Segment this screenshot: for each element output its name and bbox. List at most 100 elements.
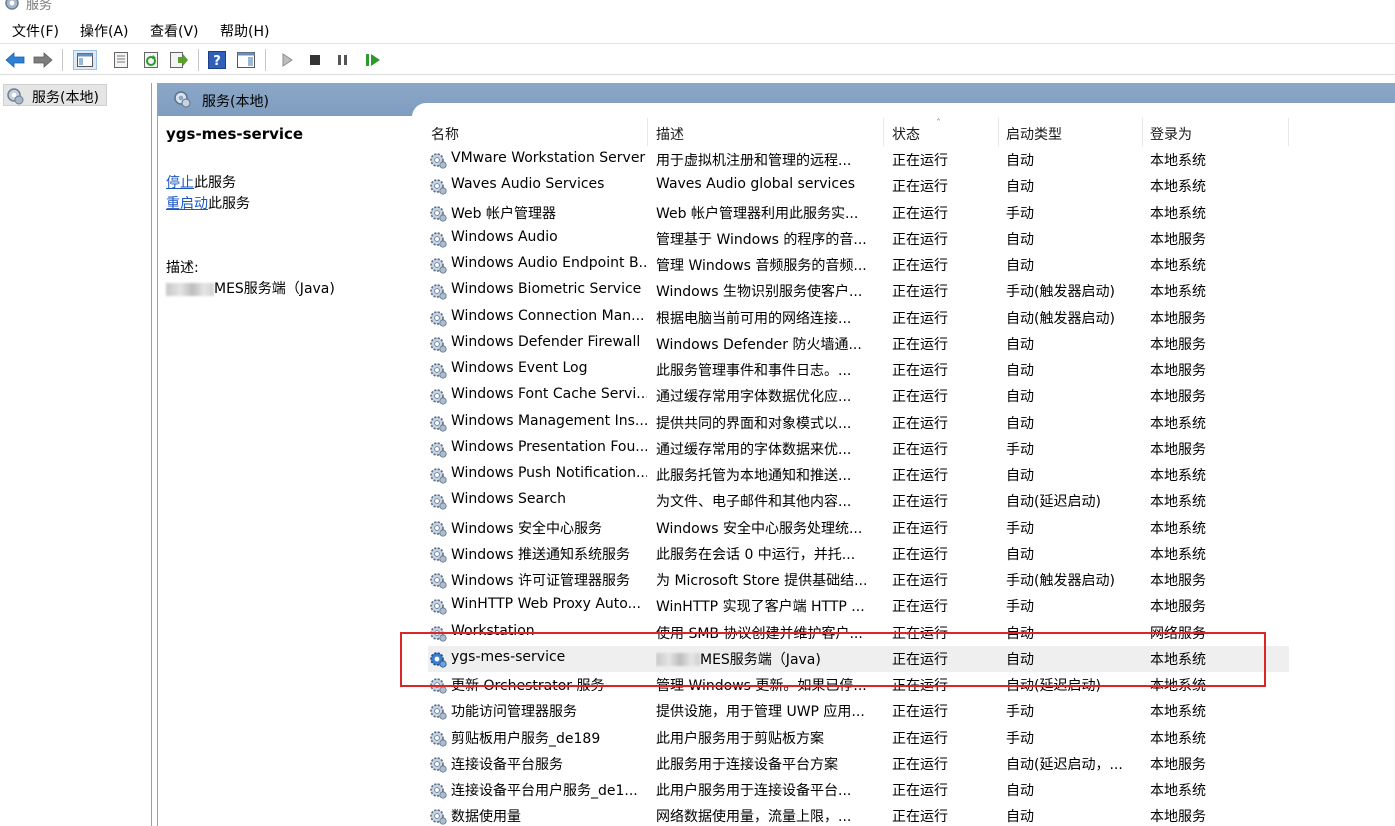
refresh-icon[interactable] xyxy=(141,50,161,70)
table-row[interactable]: 更新 Orchestrator 服务 管理 Windows 更新。如果已停... 正… xyxy=(428,672,1289,698)
service-status-cell: 正在运行 xyxy=(892,599,948,616)
service-name-cell: Windows Defender Firewall xyxy=(451,333,641,350)
table-row[interactable]: Windows Defender Firewall Windows Defende… xyxy=(428,331,1289,357)
service-name-cell: Windows Push Notification... xyxy=(451,465,647,481)
column-header-startup-type[interactable]: 启动类型 xyxy=(1006,124,1062,144)
service-startup-type-cell: 自动 xyxy=(1006,258,1034,274)
service-startup-type-cell: 手动 xyxy=(1006,205,1034,222)
service-name-cell: Windows Font Cache Servi... xyxy=(451,386,647,403)
table-row[interactable]: Windows Audio 管理基于 Windows 的程序的音... 正在运行 自动… xyxy=(428,226,1289,252)
service-name-cell: Windows Connection Man... xyxy=(451,307,645,324)
service-description-text: MES服务端（Java) xyxy=(700,651,821,668)
service-status-cell: 正在运行 xyxy=(892,546,948,563)
service-startup-type-cell: 自动(触发器启动) xyxy=(1006,310,1115,327)
column-divider[interactable] xyxy=(998,118,999,146)
forward-arrow-icon[interactable] xyxy=(33,50,53,70)
table-row[interactable]: Windows 推送通知系统服务 此服务在会话 0 中运行，并托... 正在运行 自动… xyxy=(428,541,1289,567)
action-pane-icon[interactable] xyxy=(236,50,256,70)
table-row[interactable]: Windows 安全中心服务 Windows 安全中心服务处理统... 正在运行 手动… xyxy=(428,515,1289,541)
table-row[interactable]: Windows Connection Man... 根据电脑当前可用的网络连接..… xyxy=(428,305,1289,331)
column-divider[interactable] xyxy=(647,118,648,146)
service-gear-icon xyxy=(428,465,448,485)
column-header-description[interactable]: 描述 xyxy=(656,124,684,144)
table-row[interactable]: Windows Search 为文件、电子邮件和其他内容... 正在运行 自动(延迟启… xyxy=(428,488,1289,514)
table-row[interactable]: Windows Font Cache Servi... 通过缓存常用字体数据优化应… xyxy=(428,383,1289,409)
tree-node-label: 服务(本地) xyxy=(32,90,99,106)
service-name-cell: Windows 许可证管理器服务 xyxy=(451,573,630,589)
column-divider[interactable] xyxy=(883,118,884,146)
table-row[interactable]: 连接设备平台用户服务_de1... 此用户服务用于连接设备平台... 正在运行 自动 本… xyxy=(428,777,1289,803)
table-row[interactable]: Windows 许可证管理器服务 为 Microsoft Store 提供基础结.… xyxy=(428,567,1289,593)
restart-service-link[interactable]: 重启动 xyxy=(166,196,208,212)
service-description-cell: 管理 Windows 更新。如果已停... xyxy=(656,678,867,694)
toolbar-separator xyxy=(265,49,266,71)
table-row[interactable]: Windows Biometric Service Windows 生物识别服务使… xyxy=(428,278,1289,304)
pause-icon[interactable] xyxy=(333,50,353,70)
service-description-cell: Web 帐户管理器利用此服务实... xyxy=(656,205,859,222)
menu-file[interactable]: 文件(F) xyxy=(12,21,59,41)
service-gear-icon xyxy=(428,570,448,590)
column-header-status[interactable]: 状态 xyxy=(892,124,920,144)
menu-help[interactable]: 帮助(H) xyxy=(220,21,269,41)
column-header-logon[interactable]: 登录为 xyxy=(1150,124,1192,144)
service-name-cell: Windows Search xyxy=(451,491,567,508)
help-icon[interactable]: ? xyxy=(207,50,227,70)
table-row[interactable]: Windows Presentation Fou... 通过缓存常用的字体数据来优… xyxy=(428,436,1289,462)
service-status-cell: 正在运行 xyxy=(892,809,948,826)
tab-edge xyxy=(412,103,1395,117)
show-hide-tree-icon[interactable] xyxy=(73,50,97,70)
service-description-cell: 此服务管理事件和事件日志。... xyxy=(656,363,852,379)
service-logon-cell: 本地系统 xyxy=(1150,730,1206,747)
service-description-cell: 提供设施，用于管理 UWP 应用... xyxy=(656,704,865,721)
table-row[interactable]: Windows Audio Endpoint B... 管理 Windows 音频… xyxy=(428,252,1289,278)
tree-node-services-local[interactable]: 服务(本地) xyxy=(3,84,107,106)
table-row[interactable]: 功能访问管理器服务 提供设施，用于管理 UWP 应用... 正在运行 手动 本地系统 xyxy=(428,698,1289,724)
column-divider[interactable] xyxy=(1142,118,1143,146)
table-row[interactable]: Waves Audio Services Waves Audio global s… xyxy=(428,173,1289,199)
service-gear-icon xyxy=(428,229,448,249)
service-gear-icon xyxy=(428,255,448,275)
table-row[interactable]: Windows Event Log 此服务管理事件和事件日志。... 正在运行 自动 本… xyxy=(428,357,1289,383)
menu-view[interactable]: 查看(V) xyxy=(150,21,199,41)
menu-action[interactable]: 操作(A) xyxy=(80,21,129,41)
table-row[interactable]: WinHTTP Web Proxy Auto... WinHTTP 实现了客户端 … xyxy=(428,593,1289,619)
table-row[interactable]: 剪贴板用户服务_de189 此用户服务用于剪贴板方案 正在运行 手动 本地系统 xyxy=(428,725,1289,751)
table-row[interactable]: Windows Push Notification... 此服务托管为本地通知和推… xyxy=(428,462,1289,488)
column-divider[interactable] xyxy=(1288,118,1289,146)
service-description-cell: 此用户服务用于剪贴板方案 xyxy=(656,730,824,747)
sort-ascending-icon: ˄ xyxy=(936,118,941,129)
service-name-cell: 连接设备平台用户服务_de1... xyxy=(451,783,638,799)
service-logon-cell: 本地系统 xyxy=(1150,153,1206,169)
back-arrow-icon[interactable] xyxy=(5,50,25,70)
service-startup-type-cell: 手动(触发器启动) xyxy=(1006,284,1115,301)
service-startup-type-cell: 自动 xyxy=(1006,625,1034,642)
service-gear-icon xyxy=(428,806,448,826)
service-status-cell: 正在运行 xyxy=(892,441,948,458)
service-status-cell: 正在运行 xyxy=(892,258,948,274)
service-gear-icon xyxy=(428,334,448,354)
description-text: MES服务端（Java) xyxy=(214,281,335,297)
service-status-cell: 正在运行 xyxy=(892,153,948,169)
restart-service-row: 重启动此服务 xyxy=(166,193,250,213)
export-list-icon[interactable] xyxy=(169,50,189,70)
service-name-cell: Windows Event Log xyxy=(451,360,588,376)
stop-icon[interactable] xyxy=(305,50,325,70)
table-row[interactable]: 连接设备平台服务 此服务用于连接设备平台方案 正在运行 自动(延迟启动，... 本地服务 xyxy=(428,751,1289,777)
table-row[interactable]: ygs-mes-service MES服务端（Java) 正在运行 自动 本地系统 xyxy=(428,645,1289,672)
service-logon-cell: 本地系统 xyxy=(1150,520,1206,537)
table-row[interactable]: Windows Management Ins... 提供共同的界面和对象模式以..… xyxy=(428,410,1289,436)
table-row[interactable]: 数据使用量 网络数据使用量，流量上限，... 正在运行 自动 本地服务 xyxy=(428,803,1289,826)
service-description-cell: Windows 生物识别服务使客户... xyxy=(656,284,863,301)
properties-icon[interactable] xyxy=(111,50,131,70)
resume-icon[interactable] xyxy=(363,50,383,70)
stop-service-link[interactable]: 停止 xyxy=(166,175,194,191)
table-row[interactable]: Workstation 使用 SMB 协议创建并维护客户... 正在运行 自动 网络服务 xyxy=(428,620,1289,646)
service-status-cell: 正在运行 xyxy=(892,494,948,511)
column-header-name[interactable]: 名称 xyxy=(431,124,459,144)
table-row[interactable]: Web 帐户管理器 Web 帐户管理器利用此服务实... 正在运行 手动 本地系统 xyxy=(428,200,1289,226)
service-description-cell: Windows Defender 防火墙通... xyxy=(656,336,862,353)
play-icon[interactable] xyxy=(277,50,297,70)
title-bar: 服务 xyxy=(0,0,1395,14)
service-name-cell: 更新 Orchestrator 服务 xyxy=(451,678,605,694)
table-row[interactable]: VMware Workstation Server 用于虚拟机注册和管理的远程..… xyxy=(428,147,1289,173)
